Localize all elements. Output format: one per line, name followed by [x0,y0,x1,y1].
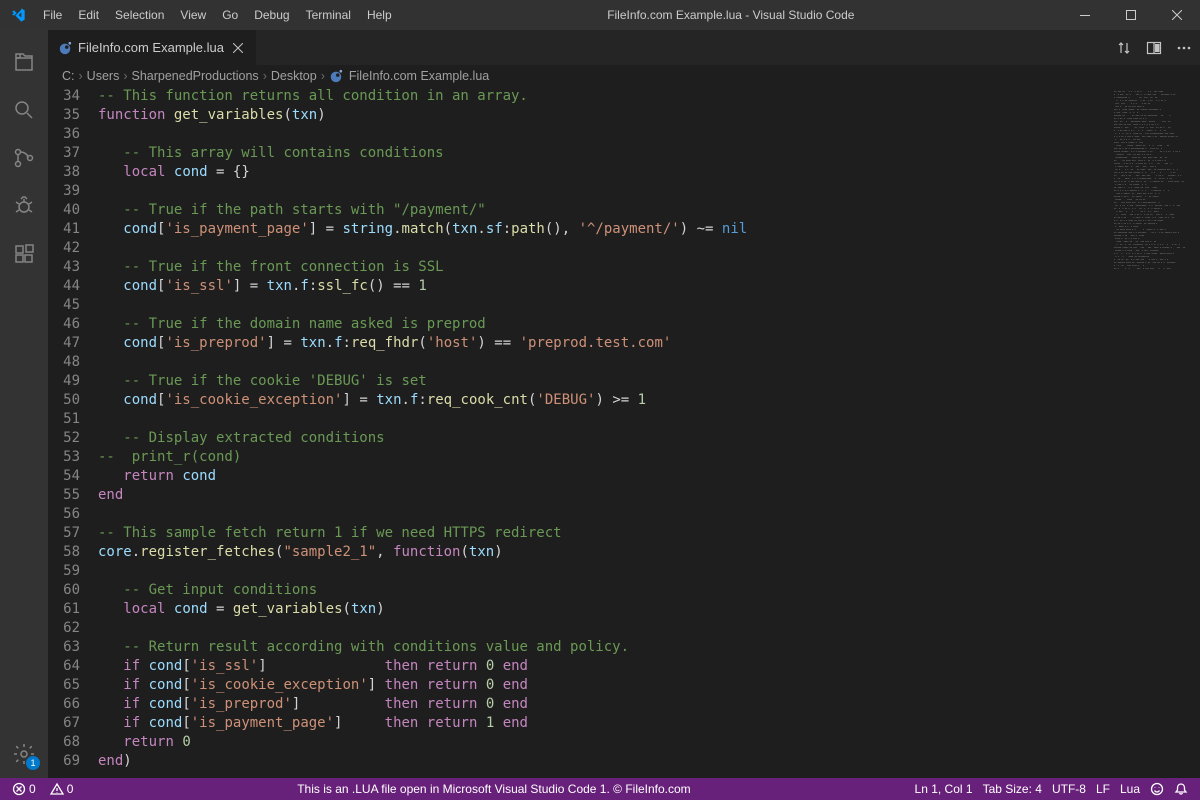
breadcrumb[interactable]: C: › Users › SharpenedProductions › Desk… [48,65,1200,87]
status-bar: 0 0 This is an .LUA file open in Microso… [0,778,1200,800]
status-errors[interactable]: 0 [8,778,40,800]
line-gutter: 34 35 36 37 38 39 40 41 42 43 44 45 46 4… [48,87,98,778]
window-controls [1062,0,1200,30]
tab-file[interactable]: FileInfo.com Example.lua [48,30,257,65]
compare-changes-icon[interactable] [1116,40,1132,56]
extensions-icon[interactable] [0,230,48,278]
status-center-text: This is an .LUA file open in Microsoft V… [77,782,910,796]
chevron-right-icon: › [263,69,267,83]
tab-close-icon[interactable] [230,40,246,56]
menu-terminal[interactable]: Terminal [298,0,359,30]
breadcrumb-part[interactable]: SharpenedProductions [132,69,259,83]
chevron-right-icon: › [79,69,83,83]
breadcrumb-part[interactable]: Users [87,69,120,83]
explorer-icon[interactable] [0,38,48,86]
menu-go[interactable]: Go [214,0,246,30]
status-language[interactable]: Lua [1116,778,1144,800]
code-editor[interactable]: -- This function returns all condition i… [98,87,1110,778]
tab-bar: FileInfo.com Example.lua [48,30,1200,65]
menu-debug[interactable]: Debug [246,0,297,30]
more-actions-icon[interactable] [1176,40,1192,56]
close-button[interactable] [1154,0,1200,30]
breadcrumb-file[interactable]: FileInfo.com Example.lua [349,69,489,83]
chevron-right-icon: › [123,69,127,83]
main-menu: FileEditSelectionViewGoDebugTerminalHelp [35,0,400,30]
split-editor-icon[interactable] [1146,40,1162,56]
status-cursor[interactable]: Ln 1, Col 1 [911,778,977,800]
titlebar: FileEditSelectionViewGoDebugTerminalHelp… [0,0,1200,30]
menu-help[interactable]: Help [359,0,400,30]
breadcrumb-part[interactable]: C: [62,69,75,83]
status-eol[interactable]: LF [1092,778,1114,800]
tab-label: FileInfo.com Example.lua [78,40,224,55]
status-tab-size[interactable]: Tab Size: 4 [979,778,1046,800]
notifications-icon[interactable] [1170,778,1192,800]
menu-view[interactable]: View [172,0,214,30]
activity-bar: 1 [0,30,48,778]
editor-area: FileInfo.com Example.lua C: › Users › Sh… [48,30,1200,778]
editor-actions [1116,30,1200,65]
chevron-right-icon: › [321,69,325,83]
menu-edit[interactable]: Edit [70,0,107,30]
menu-selection[interactable]: Selection [107,0,172,30]
lua-file-icon [58,41,72,55]
feedback-icon[interactable] [1146,778,1168,800]
settings-badge: 1 [26,756,40,770]
minimap[interactable]: ▪▪ ▪▪▪ ▪▪ ▪ ▪ ▪ ▪▪ ▪ ▪ ▪ ▪▪▪ ▪▪▪▪ ▪ ▪ ▪▪… [1110,87,1200,778]
status-encoding[interactable]: UTF-8 [1048,778,1090,800]
settings-icon[interactable]: 1 [0,730,48,778]
maximize-button[interactable] [1108,0,1154,30]
menu-file[interactable]: File [35,0,70,30]
minimize-button[interactable] [1062,0,1108,30]
lua-file-icon [329,69,343,83]
vscode-logo-icon [0,7,35,23]
source-control-icon[interactable] [0,134,48,182]
status-warnings[interactable]: 0 [46,778,78,800]
search-icon[interactable] [0,86,48,134]
debug-icon[interactable] [0,182,48,230]
breadcrumb-part[interactable]: Desktop [271,69,317,83]
window-title: FileInfo.com Example.lua - Visual Studio… [400,8,1062,22]
